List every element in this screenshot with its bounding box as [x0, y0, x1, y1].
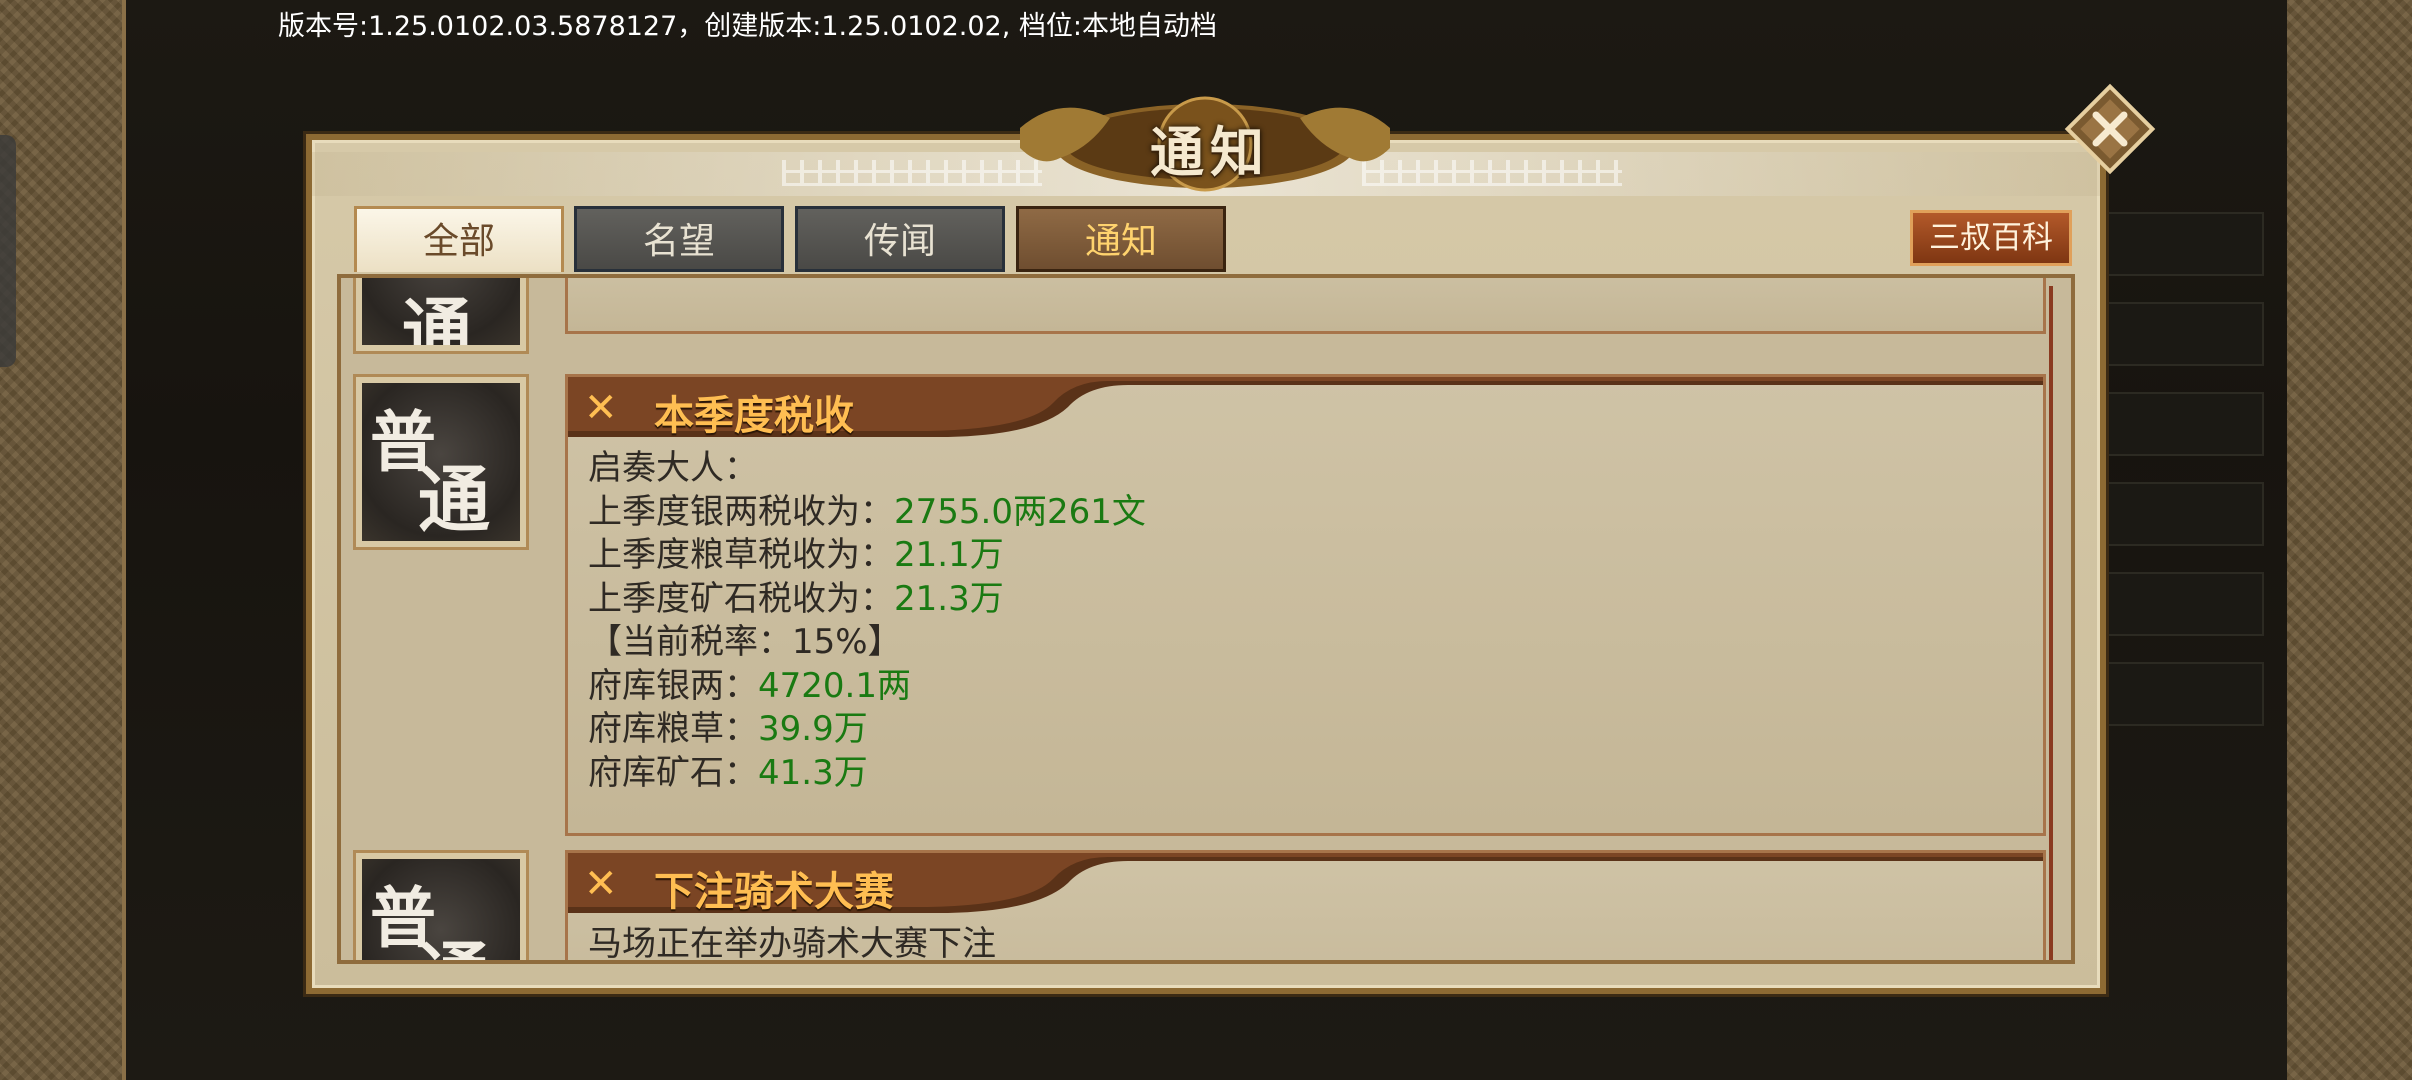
notice-card: ✕ 本季度税收 启奏大人： 上季度银两税收为：2755.0两261文 上季度粮草…: [565, 374, 2046, 836]
notice-line: 府库银两：4720.1两: [588, 665, 911, 706]
notice-card-header: ✕ 下注骑术大赛: [568, 853, 2043, 915]
notice-line: 【当前税率：15%】: [588, 622, 902, 662]
tab-all[interactable]: 全部: [354, 206, 564, 272]
right-border-texture: [2283, 0, 2412, 1080]
notice-line: 上季度矿石税收为：21.3万: [588, 578, 1004, 619]
notice-list[interactable]: 通 普 通 ✕ 本季度税收 启奏大人： 上季度银两税收为：2755.0两261文…: [337, 274, 2075, 964]
notice-title: 下注骑术大赛: [654, 868, 894, 915]
tab-reputation[interactable]: 名望: [574, 206, 784, 272]
notice-line: 马场正在举办骑术大赛下注: [588, 924, 996, 964]
notice-card: [565, 278, 2046, 334]
crossed-swords-icon: ✕: [584, 385, 618, 431]
dialog-title: 通知: [1150, 120, 1270, 184]
badge-char: 通: [418, 917, 490, 960]
badge-char: 通: [418, 457, 491, 541]
notice-card-header: ✕ 本季度税收: [568, 377, 2043, 439]
notice-line: 府库矿石：41.3万: [588, 752, 868, 793]
crossed-swords-icon: ✕: [584, 861, 618, 907]
notice-body: 启奏大人： 上季度银两税收为：2755.0两261文 上季度粮草税收为：21.1…: [568, 437, 2043, 795]
close-icon[interactable]: [2063, 82, 2157, 176]
encyclopedia-button[interactable]: 三叔百科: [1910, 210, 2072, 266]
left-border-texture: [0, 0, 126, 1080]
scrollbar[interactable]: [2049, 286, 2053, 960]
version-label: 版本号:1.25.0102.03.5878127，创建版本:1.25.0102.…: [278, 11, 1217, 42]
side-handle[interactable]: [0, 135, 16, 367]
tab-notices[interactable]: 通知: [1016, 206, 1226, 272]
notice-type-badge: 普 通: [353, 374, 529, 550]
notice-line: 府库粮草：39.9万: [588, 709, 868, 749]
notice-type-badge: 通: [353, 278, 529, 354]
notice-type-badge: 普 通: [353, 850, 529, 960]
notice-body: 马场正在举办骑术大赛下注: [568, 913, 2043, 964]
notice-line: 启奏大人：: [588, 448, 758, 488]
notice-title: 本季度税收: [654, 392, 854, 439]
notice-card: ✕ 下注骑术大赛 马场正在举办骑术大赛下注: [565, 850, 2046, 964]
notice-line: 上季度银两税收为：2755.0两261文: [588, 491, 1146, 532]
tab-rumors[interactable]: 传闻: [795, 206, 1005, 272]
notice-line: 上季度粮草税收为：21.1万: [588, 535, 1004, 575]
